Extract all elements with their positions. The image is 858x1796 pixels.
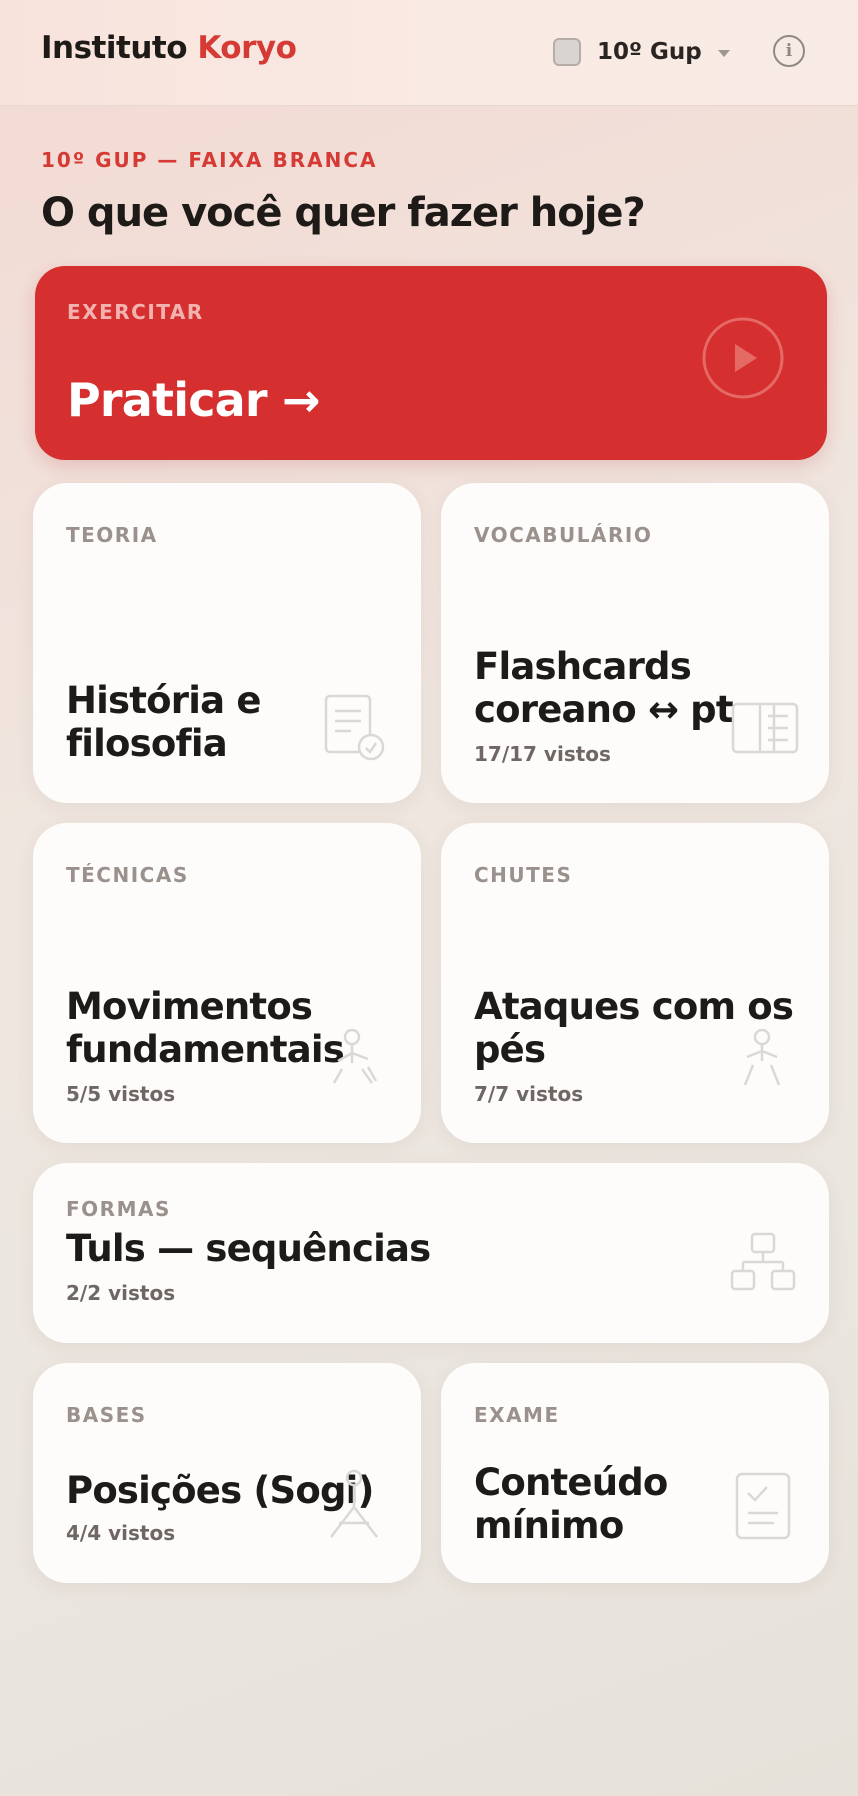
card-title-line: mínimo xyxy=(474,1504,624,1547)
belt-color-swatch xyxy=(553,38,581,66)
vocab-card[interactable]: VOCABULÁRIO Flashcards coreano ↔ pt 17/1… xyxy=(441,483,829,803)
card-kicker: TÉCNICAS xyxy=(66,863,189,887)
card-title: História e filosofia xyxy=(66,679,261,765)
level-label: 10º Gup xyxy=(597,39,702,65)
card-kicker: BASES xyxy=(66,1403,147,1427)
document-icon xyxy=(324,694,385,761)
forms-card[interactable]: FORMAS Tuls — sequências 2/2 vistos xyxy=(33,1163,829,1343)
progress-count: 17/17 vistos xyxy=(474,742,611,766)
practice-card[interactable]: EXERCITAR Praticar → xyxy=(35,266,827,460)
hierarchy-icon xyxy=(730,1232,796,1291)
card-title: Movimentos fundamentais xyxy=(66,985,345,1071)
stance-icon xyxy=(330,1469,378,1538)
brand-accent: Koryo xyxy=(197,30,297,66)
kicks-card[interactable]: CHUTES Ataques com os pés 7/7 vistos xyxy=(441,823,829,1143)
card-kicker: TEORIA xyxy=(66,523,158,547)
card-kicker: VOCABULÁRIO xyxy=(474,523,653,547)
card-title-line: História e xyxy=(66,679,261,722)
card-title-line: filosofia xyxy=(66,722,228,765)
progress-count: 2/2 vistos xyxy=(66,1281,176,1305)
figure-icon xyxy=(332,1029,378,1084)
card-title-line: fundamentais xyxy=(66,1028,345,1071)
card-title-line: Ataques com os xyxy=(474,985,794,1028)
card-kicker: FORMAS xyxy=(66,1197,171,1221)
book-icon xyxy=(731,702,799,754)
techniques-card[interactable]: TÉCNICAS Movimentos fundamentais 5/5 vis… xyxy=(33,823,421,1143)
card-title-line: Conteúdo xyxy=(474,1461,668,1504)
progress-count: 7/7 vistos xyxy=(474,1082,584,1106)
bases-card[interactable]: BASES Posições (Sogi) 4/4 vistos xyxy=(33,1363,421,1583)
card-title-line: Movimentos xyxy=(66,985,313,1028)
progress-count: 5/5 vistos xyxy=(66,1082,176,1106)
checklist-icon xyxy=(735,1472,791,1540)
chevron-down-icon xyxy=(717,49,730,57)
progress-count: 4/4 vistos xyxy=(66,1521,176,1545)
page-title: O que você quer fazer hoje? xyxy=(41,190,646,236)
app-header: Instituto Koryo 10º Gup i xyxy=(0,0,858,106)
card-title: Conteúdo mínimo xyxy=(474,1461,668,1547)
level-picker[interactable]: 10º Gup xyxy=(553,36,730,68)
info-icon: i xyxy=(785,41,793,61)
exam-card[interactable]: EXAME Conteúdo mínimo xyxy=(441,1363,829,1583)
brand-main: Instituto xyxy=(41,30,188,66)
theory-card[interactable]: TEORIA História e filosofia xyxy=(33,483,421,803)
card-kicker: CHUTES xyxy=(474,863,573,887)
info-button[interactable]: i xyxy=(773,35,805,67)
level-eyebrow: 10º GUP — FAIXA BRANCA xyxy=(41,148,378,172)
card-title: Flashcards coreano ↔ pt xyxy=(474,645,734,731)
card-kicker: EXERCITAR xyxy=(67,300,204,324)
brand-logo[interactable]: Instituto Koryo xyxy=(41,30,297,66)
card-title-line: coreano ↔ pt xyxy=(474,688,734,731)
play-icon xyxy=(702,317,784,399)
figure-icon xyxy=(743,1029,781,1086)
card-title: Tuls — sequências xyxy=(66,1227,431,1270)
card-title-line: Flashcards xyxy=(474,645,692,688)
card-kicker: EXAME xyxy=(474,1403,560,1427)
card-title: Praticar → xyxy=(67,373,321,427)
